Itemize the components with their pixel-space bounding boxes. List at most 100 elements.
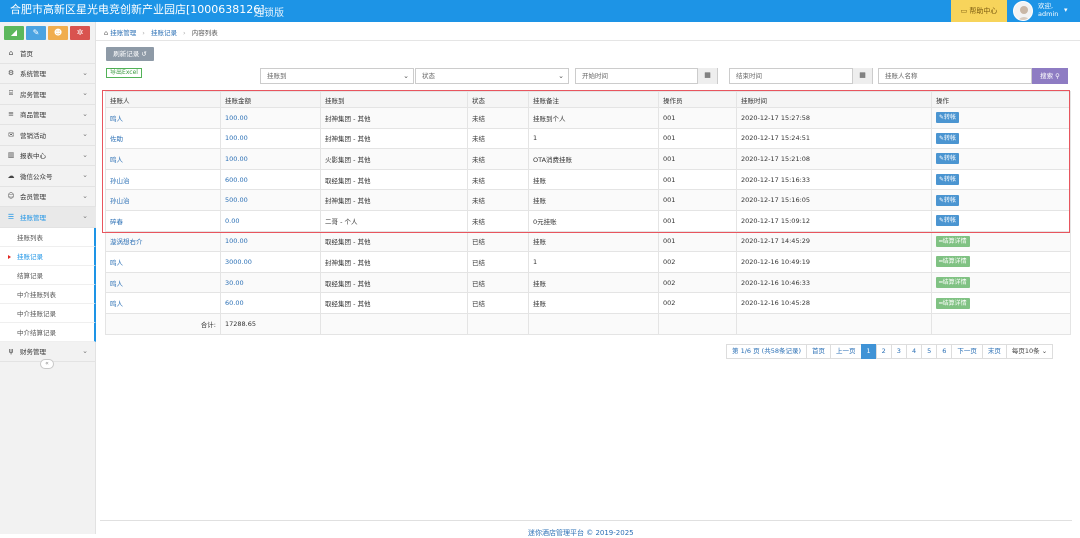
transfer-label: 转帐 (944, 217, 957, 225)
creditor-name-link[interactable]: 佐助 (105, 127, 221, 150)
caret-down-icon[interactable]: ▾ (1064, 6, 1068, 14)
column-header[interactable]: 操作员 (658, 91, 737, 108)
page-button[interactable]: 1 (860, 344, 877, 359)
chevron-down-icon: ⌄ (82, 68, 88, 77)
creditor-name-link[interactable]: 鸣人 (105, 271, 221, 294)
settlement-detail-button[interactable]: ━结算详情 (936, 277, 970, 289)
calendar-icon[interactable]: ▦ (852, 68, 872, 84)
column-header[interactable]: 状态 (467, 91, 529, 108)
settlement-detail-button[interactable]: ━结算详情 (936, 235, 970, 247)
sidebar-subitem-agent-credit-list[interactable]: 中介挂账列表 (0, 284, 96, 304)
prev-page-button[interactable]: 上一页 (830, 344, 862, 359)
creditor-name-link[interactable]: 鸣人 (105, 148, 221, 170)
export-excel-button[interactable]: 导出Excel (106, 68, 142, 78)
transfer-button[interactable]: ✎转帐 (936, 132, 960, 144)
last-page-button[interactable]: 末页 (981, 344, 1007, 359)
breadcrumb-item[interactable]: 挂账管理 (110, 29, 136, 37)
status-cell: 未结 (467, 107, 529, 129)
sidebar-item-home[interactable]: ⌂ 首页 (0, 43, 96, 64)
sidebar-item-marketing[interactable]: ✉ 营销活动 ⌄ (0, 125, 96, 146)
transfer-button[interactable]: ✎转帐 (936, 153, 960, 165)
status-cell: 已结 (467, 292, 529, 314)
column-header[interactable]: 挂账人 (105, 91, 221, 108)
amount-cell: 100.00 (220, 230, 321, 253)
start-date-input[interactable]: 开始时间 ▦ (575, 68, 718, 84)
transfer-label: 转帐 (944, 196, 957, 204)
page-button[interactable]: 3 (890, 344, 907, 359)
breadcrumb-separator: › (142, 29, 145, 37)
operator-cell: 001 (658, 230, 737, 253)
chart-icon[interactable]: ◢ (4, 26, 24, 40)
transfer-button[interactable]: ✎转帐 (936, 215, 960, 227)
list-icon: ≡ (8, 110, 14, 119)
sidebar-item-reports[interactable]: ▥ 报表中心 ⌄ (0, 146, 96, 166)
account-select[interactable]: 挂账到 ⌄ (260, 68, 414, 84)
sidebar-subitem-agent-credit-records[interactable]: 中介挂账记录 (0, 303, 96, 323)
search-button[interactable]: 搜索 ⚲ (1032, 68, 1068, 84)
table-row: 佐助 100.00 封神集团 - 其他 未结 1 001 2020-12-17 … (105, 127, 1071, 150)
help-center-button[interactable]: ▭ 帮助中心 (951, 0, 1007, 22)
bank-icon: ⌸ (8, 89, 14, 98)
sidebar-subitem-credit-list[interactable]: 挂账列表 (0, 227, 96, 247)
creditor-name-link[interactable]: 孙山治 (105, 168, 221, 191)
sidebar-item-credit[interactable]: ☰ 挂账管理 ⌄ (0, 207, 96, 228)
chevron-down-icon: ⌄ (82, 130, 88, 138)
creditor-name-link[interactable]: 孙山治 (105, 189, 221, 211)
page-button[interactable]: 6 (936, 344, 953, 359)
sidebar-subitem-credit-records[interactable]: 挂账记录 (0, 246, 96, 266)
chevron-down-icon: ⌄ (82, 89, 88, 97)
pagination: 第 1/6 页 (共58条记录) 首页 上一页 1 2 3 4 5 6 下一页 … (726, 344, 1054, 359)
search-label: 搜索 (1040, 72, 1054, 80)
sidebar-item-label: 微信公众号 (20, 172, 53, 181)
next-page-button[interactable]: 下一页 (951, 344, 983, 359)
name-search-input[interactable]: 挂账人名称 (878, 68, 1032, 84)
sidebar-item-members[interactable]: ☺ 会员管理 ⌄ (0, 187, 96, 207)
avatar[interactable] (1013, 1, 1033, 21)
settlement-detail-button[interactable]: ━结算详情 (936, 297, 970, 309)
gears-icon[interactable]: ✲ (70, 26, 90, 40)
transfer-button[interactable]: ✎转帐 (936, 194, 960, 206)
operator-cell: 001 (658, 107, 737, 129)
column-header[interactable]: 挂账时间 (736, 91, 932, 108)
sidebar-subitem-agent-settlement-records[interactable]: 中介结算记录 (0, 322, 96, 342)
sidebar-subitem-label: 挂账列表 (17, 233, 43, 242)
note-cell: 1 (528, 251, 659, 273)
column-header[interactable]: 挂账金额 (220, 91, 321, 108)
end-date-input[interactable]: 结束时间 ▦ (729, 68, 873, 84)
page-button[interactable]: 2 (875, 344, 892, 359)
transfer-button[interactable]: ✎转帐 (936, 174, 960, 186)
sidebar-item-rooms[interactable]: ⌸ 房务管理 ⌄ (0, 84, 96, 105)
creditor-name-link[interactable]: 碎春 (105, 209, 221, 232)
page-button[interactable]: 4 (905, 344, 923, 359)
settlement-detail-button[interactable]: ━结算详情 (936, 256, 970, 268)
creditor-name-link[interactable]: 鸣人 (105, 292, 221, 314)
sidebar-item-wechat[interactable]: ☁ 微信公众号 ⌄ (0, 166, 96, 187)
pencil-icon[interactable]: ✎ (26, 26, 46, 40)
status-cell: 未结 (467, 189, 529, 211)
refresh-records-button[interactable]: 刷新记录 ↺ (106, 47, 154, 61)
users-icon[interactable]: ☻ (48, 26, 68, 40)
page-info: 第 1/6 页 (共58条记录) (726, 344, 808, 359)
sidebar-item-system[interactable]: ⚙ 系统管理 ⌄ (0, 64, 96, 84)
breadcrumb-item[interactable]: 挂账记录 (151, 29, 177, 37)
page-size-select[interactable]: 每页10条 ⌄ (1005, 344, 1054, 359)
sidebar-item-label: 商品管理 (20, 111, 46, 120)
first-page-button[interactable]: 首页 (806, 344, 832, 359)
calendar-icon[interactable]: ▦ (697, 68, 717, 84)
collapse-sidebar-button[interactable]: « (40, 359, 54, 369)
action-cell: ✎转帐 (931, 127, 1071, 150)
sidebar-subitem-settlement-records[interactable]: 结算记录 (0, 265, 96, 285)
operator-cell: 002 (658, 292, 737, 314)
sidebar-item-goods[interactable]: ≡ 商品管理 ⌄ (0, 105, 96, 125)
transfer-button[interactable]: ✎转帐 (936, 112, 960, 124)
time-cell: 2020-12-16 10:45:28 (736, 292, 932, 314)
creditor-name-link[interactable]: 鸣人 (105, 251, 221, 273)
page-button[interactable]: 5 (921, 344, 938, 359)
creditor-name-link[interactable]: 鸣人 (105, 107, 221, 129)
column-header[interactable]: 挂账备注 (528, 91, 659, 108)
creditor-name-link[interactable]: 漩涡想右介 (105, 230, 221, 253)
status-select[interactable]: 状态 ⌄ (415, 68, 569, 84)
user-info[interactable]: 欢迎, admin (1038, 2, 1058, 18)
column-header[interactable]: 挂账到 (320, 91, 468, 108)
home-icon: ⌂ (8, 48, 14, 57)
